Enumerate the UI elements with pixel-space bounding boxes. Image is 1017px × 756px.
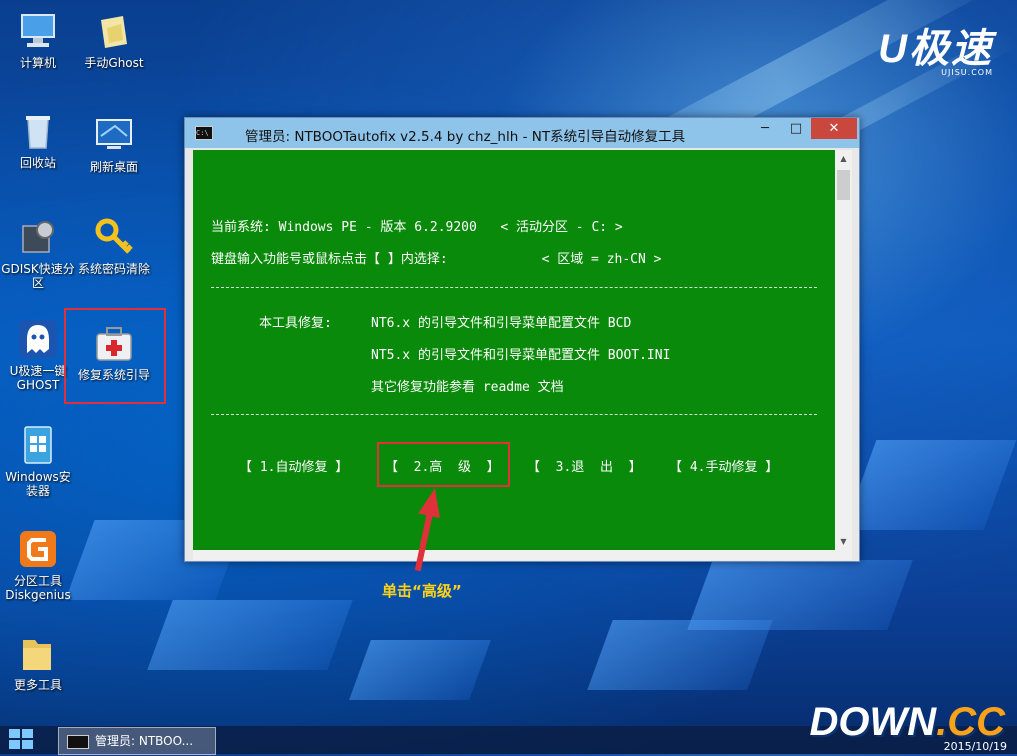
manual-repair-button[interactable]: 【 4.手动修复 】: [669, 456, 778, 475]
windows-installer-icon: [24, 426, 52, 464]
down-cc-watermark: DOWN.CC: [809, 700, 1005, 745]
desktop-icon-label: 分区工具Diskgenius: [5, 574, 71, 602]
minimize-button[interactable]: ─: [751, 118, 779, 139]
exit-button[interactable]: 【 3.退 出 】: [527, 456, 642, 475]
desktop-icon-label: 系统密码清除: [77, 262, 150, 276]
annotation-text: 单击“高级”: [382, 582, 462, 600]
bg-tile: [147, 600, 353, 670]
brand-logo: U极速 UJISU.COM: [878, 16, 993, 77]
auto-repair-button[interactable]: 【 1.自动修复 】: [239, 456, 348, 475]
watermark-main: DOWN: [809, 700, 937, 744]
repair-label: 本工具修复:: [259, 316, 332, 331]
key-icon: [95, 218, 133, 254]
computer-icon: [21, 14, 55, 47]
desktop-icon-label: 更多工具: [13, 678, 62, 692]
close-button[interactable]: ✕: [811, 118, 857, 139]
diskgenius-icon: [20, 531, 56, 567]
repair-item-nt6: NT6.x 的引导文件和引导菜单配置文件 BCD: [371, 316, 632, 331]
maximize-button[interactable]: □: [782, 118, 810, 139]
desktop-icon-label: 手动Ghost: [84, 56, 144, 70]
desktop-icon-label: 计算机: [19, 56, 56, 70]
taskbar-item-ntbootautofix[interactable]: 管理员: NTBOO...: [58, 727, 216, 755]
selected-icon-highlight: [64, 308, 166, 404]
ntbootautofix-window: C:\ 管理员: NTBOOTautofix v2.5.4 by chz_hlh…: [184, 117, 860, 562]
repair-item-readme: 其它修复功能参看 readme 文档: [371, 380, 564, 395]
window-title: 管理员: NTBOOTautofix v2.5.4 by chz_hlh - N…: [245, 129, 686, 145]
watermark-accent: .CC: [936, 700, 1005, 744]
divider-line: [211, 287, 817, 289]
desktop-icon-label: 回收站: [19, 156, 56, 170]
advanced-highlight-box: [377, 442, 510, 487]
scroll-up-arrow-icon[interactable]: ▲: [835, 150, 852, 167]
brand-logo-text: U极速: [878, 27, 993, 71]
window-titlebar[interactable]: C:\ 管理员: NTBOOTautofix v2.5.4 by chz_hlh…: [185, 118, 859, 148]
vertical-scrollbar[interactable]: ▲ ▼: [835, 150, 852, 550]
bg-tile: [587, 620, 773, 690]
gdisk-icon: [22, 221, 54, 253]
folder-icon: [23, 640, 51, 670]
console-area: 当前系统: Windows PE - 版本 6.2.9200 < 活动分区 - …: [193, 150, 835, 550]
start-button[interactable]: [8, 728, 38, 752]
instruction-line: 键盘输入功能号或鼠标点击【 】内选择: < 区域 = zh-CN >: [211, 252, 662, 267]
desktop-icon-diskgenius[interactable]: 分区工具Diskgenius: [0, 528, 76, 602]
current-system-line: 当前系统: Windows PE - 版本 6.2.9200 < 活动分区 - …: [211, 220, 623, 235]
scrollbar-thumb[interactable]: [837, 170, 850, 200]
desktop-icon-manual-ghost[interactable]: 手动Ghost: [76, 10, 152, 70]
bg-tile: [349, 640, 491, 700]
desktop-icon-label: Windows安装器: [5, 470, 71, 498]
desktop-icon-label: GDISK快速分区: [1, 262, 75, 290]
cmd-icon[interactable]: C:\: [195, 126, 213, 140]
divider-line: [211, 414, 817, 416]
refresh-desktop-icon: [96, 119, 132, 149]
desktop-icon-windows-installer[interactable]: Windows安装器: [0, 424, 76, 498]
desktop-icon-label: 刷新桌面: [89, 160, 138, 174]
desktop-icon-password-clear[interactable]: 系统密码清除: [76, 216, 152, 276]
bg-tile: [843, 440, 1017, 530]
desktop-icon-computer[interactable]: 计算机: [0, 10, 76, 70]
horizontal-scrollbar[interactable]: [193, 550, 852, 560]
desktop-icon-recycle-bin[interactable]: 回收站: [0, 110, 76, 170]
ghost-tool-icon: [101, 16, 127, 48]
taskbar-item-label: 管理员: NTBOO...: [95, 734, 194, 748]
desktop-icon-more-tools[interactable]: 更多工具: [0, 632, 76, 692]
recycle-bin-icon: [26, 116, 50, 149]
cmd-icon: [67, 734, 89, 749]
desktop-icon-gdisk[interactable]: GDISK快速分区: [0, 216, 76, 290]
scroll-down-arrow-icon[interactable]: ▼: [835, 533, 852, 550]
windows-logo-icon: [9, 729, 33, 749]
ghost-icon: [19, 320, 57, 358]
repair-item-nt5: NT5.x 的引导文件和引导菜单配置文件 BOOT.INI: [371, 348, 671, 363]
desktop-icon-refresh[interactable]: 刷新桌面: [76, 114, 152, 174]
desktop-icon-label: U极速一键GHOST: [9, 364, 67, 392]
